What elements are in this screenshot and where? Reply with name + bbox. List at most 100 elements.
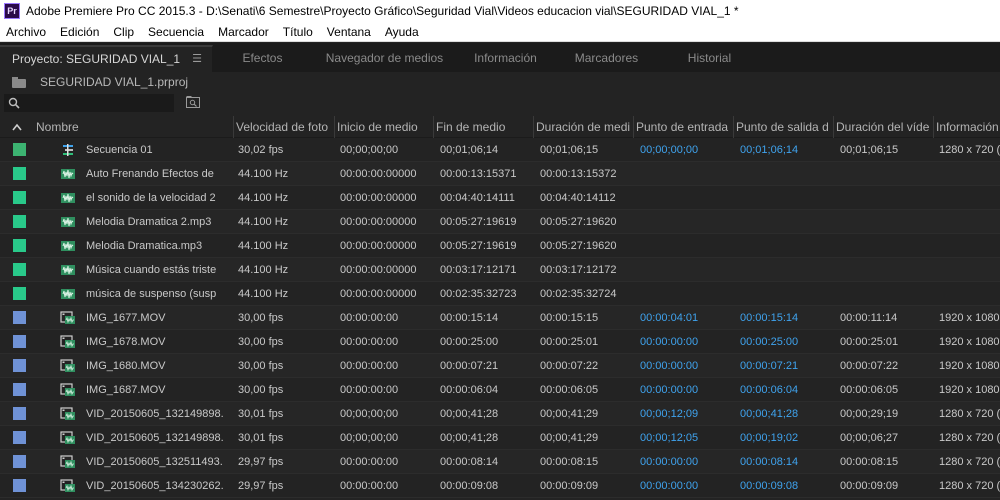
table-row[interactable]: Melodia Dramatica 2.mp3 44.100 Hz 00:00:00… bbox=[0, 210, 1000, 234]
column-header-nombre[interactable]: Nombre bbox=[34, 116, 232, 138]
cell-punto-salida[interactable] bbox=[740, 282, 834, 306]
cell-nombre[interactable]: Música cuando estás triste bbox=[86, 258, 226, 282]
label-color-swatch[interactable] bbox=[13, 215, 26, 228]
table-row[interactable]: música de suspenso (susp 44.100 Hz 00:00:0… bbox=[0, 282, 1000, 306]
cell-punto-entrada[interactable]: 00:00:04:01 bbox=[640, 306, 734, 330]
label-color-swatch[interactable] bbox=[13, 143, 26, 156]
label-color-swatch[interactable] bbox=[13, 311, 26, 324]
column-header-velocidad[interactable]: Velocidad de foto bbox=[233, 116, 333, 138]
cell-nombre[interactable]: Melodia Dramatica 2.mp3 bbox=[86, 210, 226, 234]
cell-punto-salida[interactable]: 00;00;19;02 bbox=[740, 426, 834, 450]
cell-punto-salida[interactable]: 00:00:25:00 bbox=[740, 330, 834, 354]
cell-punto-entrada[interactable] bbox=[640, 186, 734, 210]
cell-punto-salida[interactable]: 00:00:09:08 bbox=[740, 474, 834, 498]
menu-secuencia[interactable]: Secuencia bbox=[141, 22, 211, 42]
menu-titulo[interactable]: Título bbox=[276, 22, 320, 42]
column-header-duracion-video[interactable]: Duración del víde bbox=[833, 116, 932, 138]
search-box[interactable] bbox=[4, 94, 174, 112]
cell-punto-entrada[interactable]: 00;00;00;00 bbox=[640, 138, 734, 162]
cell-punto-entrada[interactable] bbox=[640, 210, 734, 234]
column-header-informacion[interactable]: Información bbox=[933, 116, 1000, 138]
cell-punto-salida[interactable] bbox=[740, 234, 834, 258]
table-row[interactable]: VID_20150605_132511493. 29,97 fps 00:00:00… bbox=[0, 450, 1000, 474]
label-color-swatch[interactable] bbox=[13, 383, 26, 396]
label-color-swatch[interactable] bbox=[13, 239, 26, 252]
table-row[interactable]: el sonido de la velocidad 2 44.100 Hz 00:0… bbox=[0, 186, 1000, 210]
label-color-swatch[interactable] bbox=[13, 335, 26, 348]
cell-punto-salida[interactable]: 00:00:08:14 bbox=[740, 450, 834, 474]
table-row[interactable]: IMG_1677.MOV 30,00 fps 00:00:00:00 00:00:15… bbox=[0, 306, 1000, 330]
cell-nombre[interactable]: IMG_1687.MOV bbox=[86, 378, 226, 402]
label-color-swatch[interactable] bbox=[13, 287, 26, 300]
column-header-inicio[interactable]: Inicio de medio bbox=[334, 116, 432, 138]
cell-punto-salida[interactable]: 00:00:06:04 bbox=[740, 378, 834, 402]
tab-informacion[interactable]: Información bbox=[457, 45, 555, 72]
cell-nombre[interactable]: música de suspenso (susp bbox=[86, 282, 226, 306]
cell-nombre[interactable]: Melodia Dramatica.mp3 bbox=[86, 234, 226, 258]
cell-punto-entrada[interactable]: 00:00:00:00 bbox=[640, 474, 734, 498]
panel-menu-icon[interactable]: ☰ bbox=[192, 46, 202, 73]
cell-punto-entrada[interactable]: 00:00:00:00 bbox=[640, 450, 734, 474]
label-color-swatch[interactable] bbox=[13, 191, 26, 204]
table-row[interactable]: Música cuando estás triste 44.100 Hz 00:00… bbox=[0, 258, 1000, 282]
tab-efectos[interactable]: Efectos bbox=[213, 45, 313, 72]
label-color-swatch[interactable] bbox=[13, 407, 26, 420]
table-row[interactable]: Melodia Dramatica.mp3 44.100 Hz 00:00:00:0… bbox=[0, 234, 1000, 258]
table-row[interactable]: VID_20150605_132149898. 30,01 fps 00;00;00… bbox=[0, 402, 1000, 426]
menu-ventana[interactable]: Ventana bbox=[320, 22, 378, 42]
label-color-swatch[interactable] bbox=[13, 359, 26, 372]
table-row[interactable]: VID_20150605_132149898. 30,01 fps 00;00;00… bbox=[0, 426, 1000, 450]
table-row[interactable]: IMG_1680.MOV 30,00 fps 00:00:00:00 00:00:07… bbox=[0, 354, 1000, 378]
sort-ascending-icon[interactable] bbox=[12, 123, 22, 131]
cell-nombre[interactable]: VID_20150605_132149898. bbox=[86, 402, 226, 426]
label-color-swatch[interactable] bbox=[13, 167, 26, 180]
table-row[interactable]: Secuencia 01 30,02 fps 00;00;00;00 00;01;06… bbox=[0, 138, 1000, 162]
cell-punto-salida[interactable] bbox=[740, 186, 834, 210]
cell-punto-salida[interactable]: 00;00;41;28 bbox=[740, 402, 834, 426]
cell-nombre[interactable]: VID_20150605_132511493. bbox=[86, 450, 226, 474]
menu-ayuda[interactable]: Ayuda bbox=[378, 22, 426, 42]
cell-nombre[interactable]: IMG_1678.MOV bbox=[86, 330, 226, 354]
cell-punto-salida[interactable] bbox=[740, 162, 834, 186]
cell-punto-entrada[interactable]: 00:00:00:00 bbox=[640, 330, 734, 354]
cell-punto-salida[interactable] bbox=[740, 258, 834, 282]
cell-punto-entrada[interactable] bbox=[640, 258, 734, 282]
tab-navegador-de-medios[interactable]: Navegador de medios bbox=[313, 45, 457, 72]
search-input[interactable] bbox=[23, 95, 173, 111]
cell-nombre[interactable]: Auto Frenando Efectos de bbox=[86, 162, 226, 186]
menu-archivo[interactable]: Archivo bbox=[0, 22, 53, 42]
menu-clip[interactable]: Clip bbox=[106, 22, 141, 42]
label-color-swatch[interactable] bbox=[13, 455, 26, 468]
tab-historial[interactable]: Historial bbox=[659, 45, 761, 72]
column-header-punto-entrada[interactable]: Punto de entrada bbox=[633, 116, 732, 138]
cell-nombre[interactable]: el sonido de la velocidad 2 bbox=[86, 186, 226, 210]
column-header-duracion-medio[interactable]: Duración de medi bbox=[533, 116, 632, 138]
cell-nombre[interactable]: IMG_1677.MOV bbox=[86, 306, 226, 330]
cell-nombre[interactable]: Secuencia 01 bbox=[86, 138, 226, 162]
label-color-swatch[interactable] bbox=[13, 479, 26, 492]
cell-punto-entrada[interactable]: 00:00:00:00 bbox=[640, 378, 734, 402]
label-color-swatch[interactable] bbox=[13, 263, 26, 276]
project-folder-icon[interactable] bbox=[12, 76, 26, 88]
tab-marcadores[interactable]: Marcadores bbox=[555, 45, 659, 72]
table-row[interactable]: Auto Frenando Efectos de 44.100 Hz 00:00:0… bbox=[0, 162, 1000, 186]
cell-punto-entrada[interactable] bbox=[640, 162, 734, 186]
cell-punto-entrada[interactable] bbox=[640, 282, 734, 306]
menu-edicion[interactable]: Edición bbox=[53, 22, 106, 42]
cell-punto-entrada[interactable]: 00;00;12;05 bbox=[640, 426, 734, 450]
table-row[interactable]: IMG_1687.MOV 30,00 fps 00:00:00:00 00:00:06… bbox=[0, 378, 1000, 402]
cell-punto-salida[interactable] bbox=[740, 210, 834, 234]
cell-punto-entrada[interactable]: 00;00;12;09 bbox=[640, 402, 734, 426]
tab-proyecto[interactable]: Proyecto: SEGURIDAD VIAL_1 ☰ bbox=[0, 45, 213, 72]
column-header-punto-salida[interactable]: Punto de salida d bbox=[733, 116, 832, 138]
menu-marcador[interactable]: Marcador bbox=[211, 22, 276, 42]
table-row[interactable]: VID_20150605_134230262. 29,97 fps 00:00:00… bbox=[0, 474, 1000, 498]
cell-punto-entrada[interactable] bbox=[640, 234, 734, 258]
cell-nombre[interactable]: VID_20150605_132149898. bbox=[86, 426, 226, 450]
label-color-swatch[interactable] bbox=[13, 431, 26, 444]
cell-punto-salida[interactable]: 00:00:07:21 bbox=[740, 354, 834, 378]
cell-punto-salida[interactable]: 00:00:15:14 bbox=[740, 306, 834, 330]
new-search-bin-icon[interactable] bbox=[186, 96, 200, 108]
cell-nombre[interactable]: VID_20150605_134230262. bbox=[86, 474, 226, 498]
cell-punto-entrada[interactable]: 00:00:00:00 bbox=[640, 354, 734, 378]
